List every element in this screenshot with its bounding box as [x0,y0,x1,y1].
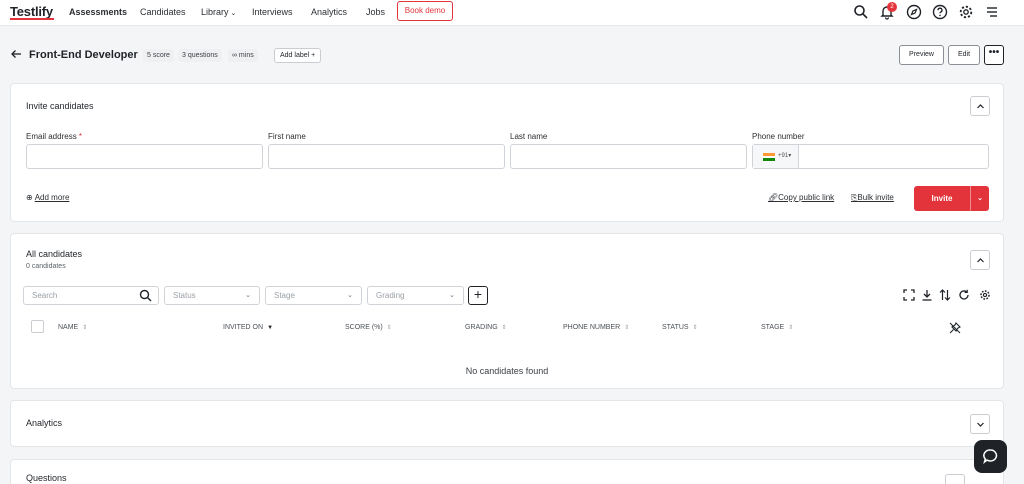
plus-circle-icon: ⊕ [26,193,33,202]
column-stage[interactable]: Stage ⇕ [761,324,793,331]
phone-field[interactable]: +91▾ [752,144,989,169]
column-status[interactable]: Status ⇕ [662,324,698,331]
sort-icon: ⇕ [788,325,794,331]
select-all-checkbox[interactable] [31,320,44,333]
chevron-down-icon: ⌄ [347,292,353,299]
book-demo-button[interactable]: Book demo [397,1,453,21]
sort-icon: ⇕ [624,325,630,331]
link-icon: 🔗︎ [768,193,779,202]
analytics-card: Analytics [10,400,1004,447]
add-more-link[interactable]: ⊕ Add more [26,193,69,202]
column-name[interactable]: Name ⇕ [58,324,87,331]
sort-icon[interactable] [939,289,951,301]
search-icon [139,289,152,302]
chat-icon [983,449,998,465]
chat-support-button[interactable] [974,440,1007,473]
questions-pill: 3 questions [178,49,222,62]
questions-title: Questions [26,473,67,483]
sort-desc-icon: ▼ [267,325,274,331]
questions-card: Questions [10,459,1004,484]
email-label: Email address * [26,132,83,141]
search-placeholder: Search [32,291,58,300]
chevron-down-icon[interactable]: ⌄ [970,186,989,211]
chevron-up-icon [977,258,984,263]
top-navbar: Testlify Assessments Candidates Library ⌄… [0,0,1024,26]
add-filter-button[interactable]: + [468,286,488,305]
candidates-count: 0 candidates [26,263,66,270]
sort-icon: ⇕ [501,325,507,331]
last-name-field[interactable] [510,144,747,169]
invite-button[interactable]: Invite ⌄ [914,186,989,211]
unpin-icon[interactable] [949,322,961,334]
empty-state-text: No candidates found [465,366,549,376]
chevron-down-icon: ⌄ [449,292,455,299]
score-pill: 5 score [143,49,174,62]
first-name-field[interactable] [268,144,505,169]
duration-pill: ∞ mins [228,49,258,62]
status-filter[interactable]: Status ⌄ [164,286,260,305]
logo[interactable]: Testlify [10,4,53,19]
candidates-title: All candidates [26,249,83,259]
sort-icon: ⇕ [82,325,88,331]
invite-candidates-card: Invite candidates Email address * First … [10,83,1004,222]
email-field[interactable] [26,144,263,169]
nav-candidates[interactable]: Candidates [140,7,186,17]
bulk-invite-link[interactable]: ⎘Bulk invite [851,193,894,203]
menu-icon[interactable] [984,4,1000,20]
chevron-up-icon [977,104,984,109]
nav-library-label: Library [201,7,229,17]
nav-analytics[interactable]: Analytics [311,7,347,17]
invite-button-label: Invite [931,194,953,203]
page-title: Front-End Developer [29,49,138,61]
analytics-title: Analytics [26,418,63,428]
chevron-down-icon: ⌄ [230,10,237,17]
column-grading[interactable]: Grading ⇕ [465,324,507,331]
sort-icon: ⇕ [386,325,392,331]
nav-assessments[interactable]: Assessments [69,7,127,17]
sort-icon: ⇕ [692,325,698,331]
stage-filter[interactable]: Stage ⌄ [265,286,362,305]
expand-analytics-button[interactable] [970,414,990,434]
column-phone-number[interactable]: Phone number ⇕ [563,324,629,331]
last-name-label: Last name [510,132,548,141]
grading-filter[interactable]: Grading ⌄ [367,286,464,305]
notification-badge: 2 [887,2,897,12]
help-icon[interactable] [932,4,948,20]
first-name-label: First name [268,132,306,141]
questions-action-button[interactable] [945,474,965,484]
download-icon[interactable] [921,289,933,301]
logo-underline [10,18,54,20]
preview-button[interactable]: Preview [899,45,944,65]
edit-button[interactable]: Edit [948,45,980,65]
add-label-button[interactable]: Add label + [274,48,322,63]
india-flag-icon [763,153,775,161]
nav-jobs[interactable]: Jobs [366,7,385,17]
more-options-button[interactable]: ••• [984,45,1004,65]
column-invited-on[interactable]: Invited on ▼ [223,324,273,331]
country-code-select[interactable]: +91▾ [753,145,799,168]
search-icon[interactable] [853,4,869,20]
invite-title: Invite candidates [26,101,94,111]
all-candidates-card: All candidates 0 candidates Search Statu… [10,233,1004,389]
column-score[interactable]: Score (%) ⇕ [345,324,392,331]
chevron-down-icon [977,422,984,427]
refresh-icon[interactable] [958,289,970,301]
nav-library[interactable]: Library ⌄ [201,7,236,17]
nav-interviews[interactable]: Interviews [252,7,293,17]
compass-icon[interactable] [906,4,922,20]
settings-icon[interactable] [979,289,991,301]
collapse-invite-button[interactable] [970,96,990,116]
phone-label: Phone number [752,132,805,141]
expand-icon[interactable] [903,289,915,301]
back-arrow-icon[interactable] [10,48,22,60]
search-input[interactable]: Search [23,286,159,305]
collapse-candidates-button[interactable] [970,250,990,270]
copy-public-link[interactable]: 🔗︎Copy public link [768,193,834,202]
chevron-down-icon: ⌄ [245,292,251,299]
gear-icon[interactable] [958,4,974,20]
country-code-text: +91 [778,153,789,159]
